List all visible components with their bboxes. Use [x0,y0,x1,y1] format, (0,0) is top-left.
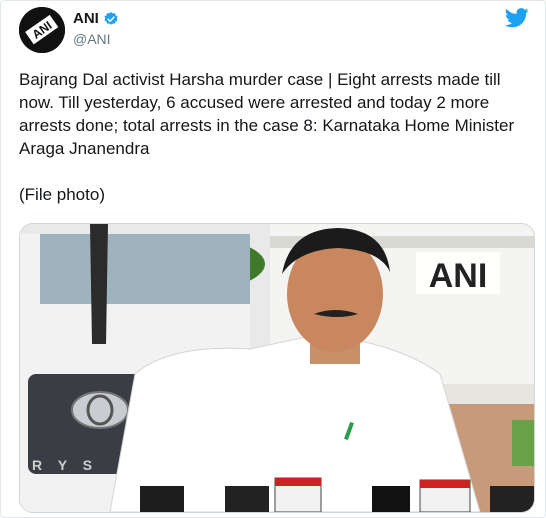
tweet-card: ANI ANI @ANI Bajrang Dal activist Harsha… [0,0,546,518]
tweet-photo[interactable]: R Y S ANI [19,223,535,513]
microphone [140,486,184,512]
tweet-text: Bajrang Dal activist Harsha murder case … [19,70,515,204]
author-name-row[interactable]: ANI [73,10,119,27]
avatar[interactable]: ANI [19,7,65,53]
handle[interactable]: @ANI [73,31,111,47]
vehicle-badge: R Y S [32,457,98,473]
display-name[interactable]: ANI [73,10,99,27]
verified-badge-icon [104,11,118,25]
twitter-bird-icon[interactable] [505,8,529,28]
photo-watermark: ANI [429,257,488,295]
antenna [90,224,108,344]
